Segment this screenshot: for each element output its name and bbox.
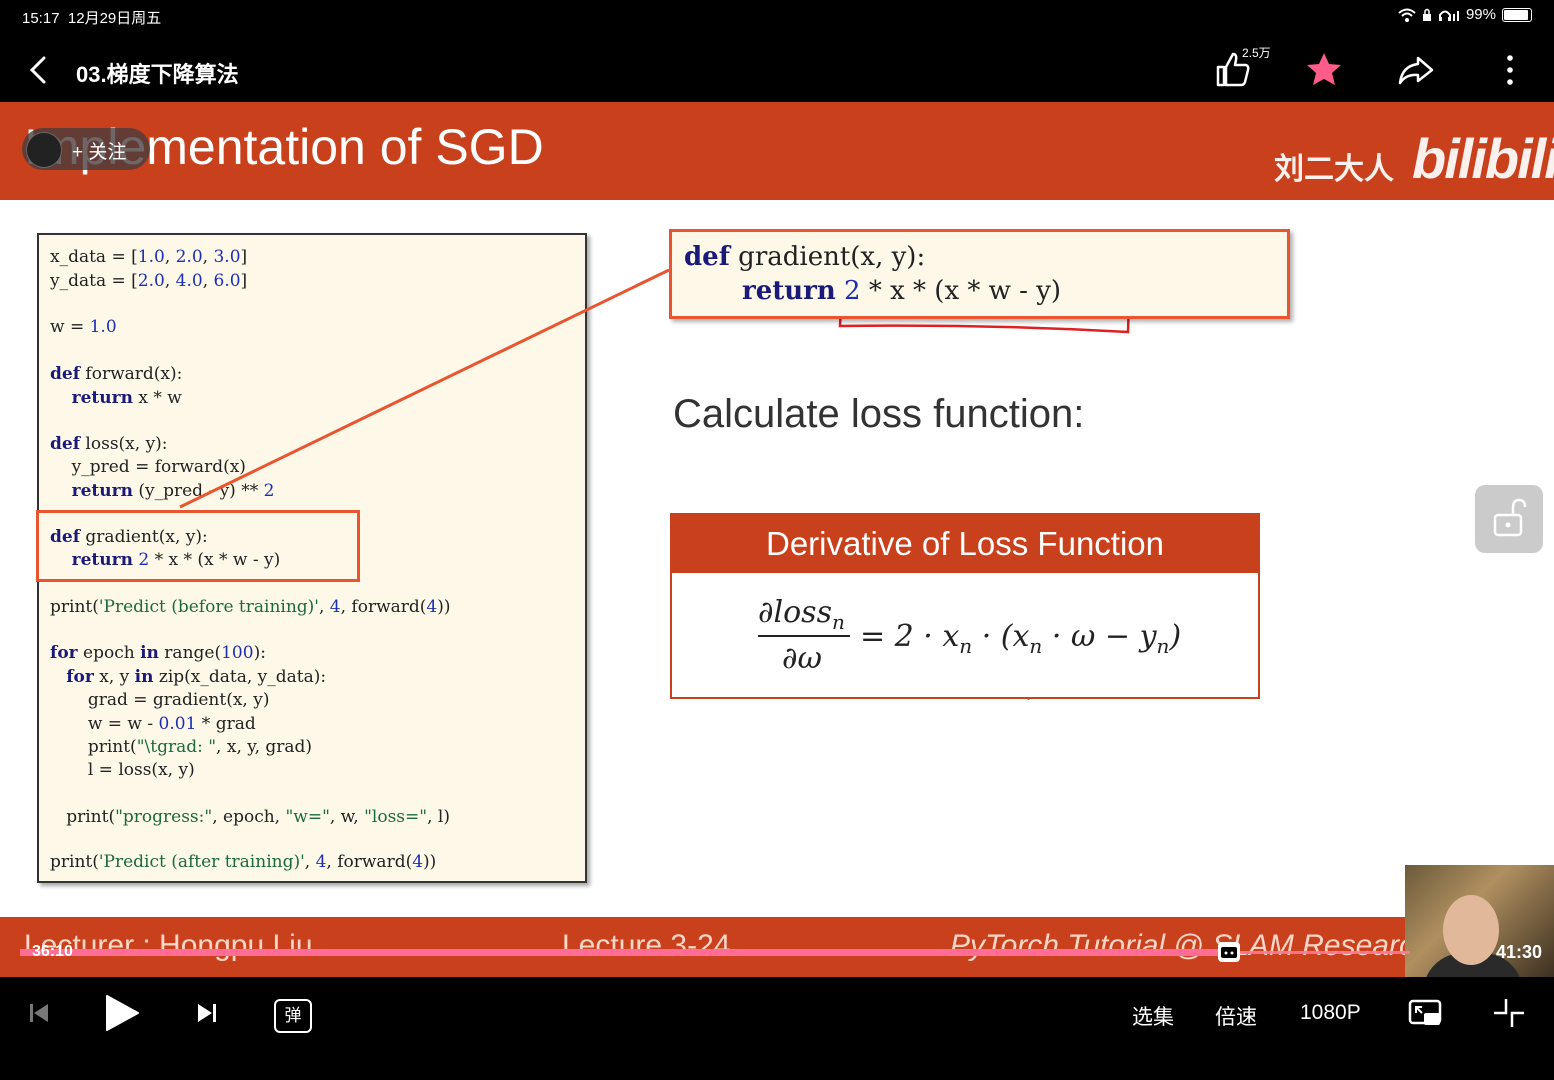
battery-percent: 99%: [1465, 6, 1496, 23]
footer-lecture: Lecture 3-24: [562, 929, 731, 962]
player-controls: 弹 选集 倍速 1080P: [0, 977, 1554, 1080]
formula-denominator: ∂ω: [782, 641, 822, 676]
lock-status-icon: [1422, 8, 1431, 21]
battery-icon: [1502, 7, 1532, 22]
video-title: 03.梯度下降算法: [76, 62, 239, 87]
slide-footer: Lecturer : Hongpu Liu Lecture 3-24 PyTor…: [0, 917, 1554, 977]
callout-connector: [179, 268, 670, 509]
more-menu-icon[interactable]: [1490, 50, 1530, 90]
like-count: 2.5万: [1242, 46, 1271, 60]
next-icon[interactable]: [194, 991, 218, 1035]
pip-mode-icon[interactable]: [1408, 991, 1444, 1035]
video-frame[interactable]: Implementation of SGD 刘二大人 bilibili + 关注…: [0, 102, 1554, 977]
video-top-bar: 03.梯度下降算法 2.5万: [0, 38, 1554, 102]
wifi-icon: [1398, 8, 1416, 22]
back-arrow-icon[interactable]: [24, 52, 54, 88]
favorite-star-icon[interactable]: [1304, 50, 1344, 90]
formula-rhs: = 2 · xn · (xn · ω − yn): [860, 619, 1182, 658]
total-time: 41:30: [1495, 942, 1542, 962]
gradient-callout: def gradient(x, y): return 2 * x * (x * …: [669, 229, 1290, 319]
callout-line: return 2 * x * (x * w - y): [742, 276, 1062, 306]
formula-numerator: ∂lossn: [758, 595, 845, 634]
fraction-bar: [758, 635, 850, 637]
status-bar: 15:17 12月29日周五 99%: [0, 0, 1554, 32]
status-icons: 99%: [1398, 6, 1532, 23]
lecturer-camera[interactable]: 41:30: [1405, 865, 1554, 977]
status-time: 15:17 12月29日周五: [22, 10, 162, 27]
episodes-button[interactable]: 选集: [1132, 1001, 1174, 1031]
current-time: 36:10: [32, 943, 73, 960]
previous-icon[interactable]: [28, 991, 52, 1035]
headphones-icon: [1438, 10, 1459, 21]
exit-fullscreen-icon[interactable]: [1492, 991, 1526, 1035]
tv-thumb-icon: [1221, 947, 1238, 958]
speed-button[interactable]: 倍速: [1215, 1001, 1257, 1031]
derivative-title: Derivative of Loss Function: [765, 525, 1164, 562]
screen-lock-button[interactable]: [1475, 485, 1543, 553]
progress-thumb[interactable]: [1218, 942, 1241, 962]
progress-fill: [20, 949, 1230, 956]
unlock-icon: [1493, 498, 1527, 537]
lecturer-face: [1443, 895, 1499, 965]
derivative-box: Derivative of Loss Function ∂lossn ∂ω = …: [670, 513, 1260, 699]
play-icon[interactable]: [102, 991, 142, 1035]
quality-button[interactable]: 1080P: [1300, 1001, 1361, 1025]
danmaku-label: 弹: [284, 1006, 302, 1025]
calc-heading: Calculate loss function:: [673, 392, 1085, 436]
derivative-header: Derivative of Loss Function: [672, 515, 1258, 573]
progress-bar[interactable]: [20, 942, 1410, 962]
share-icon[interactable]: [1396, 50, 1436, 90]
danmaku-toggle-icon[interactable]: 弹: [274, 999, 312, 1033]
callout-line: def gradient(x, y):: [684, 242, 926, 272]
